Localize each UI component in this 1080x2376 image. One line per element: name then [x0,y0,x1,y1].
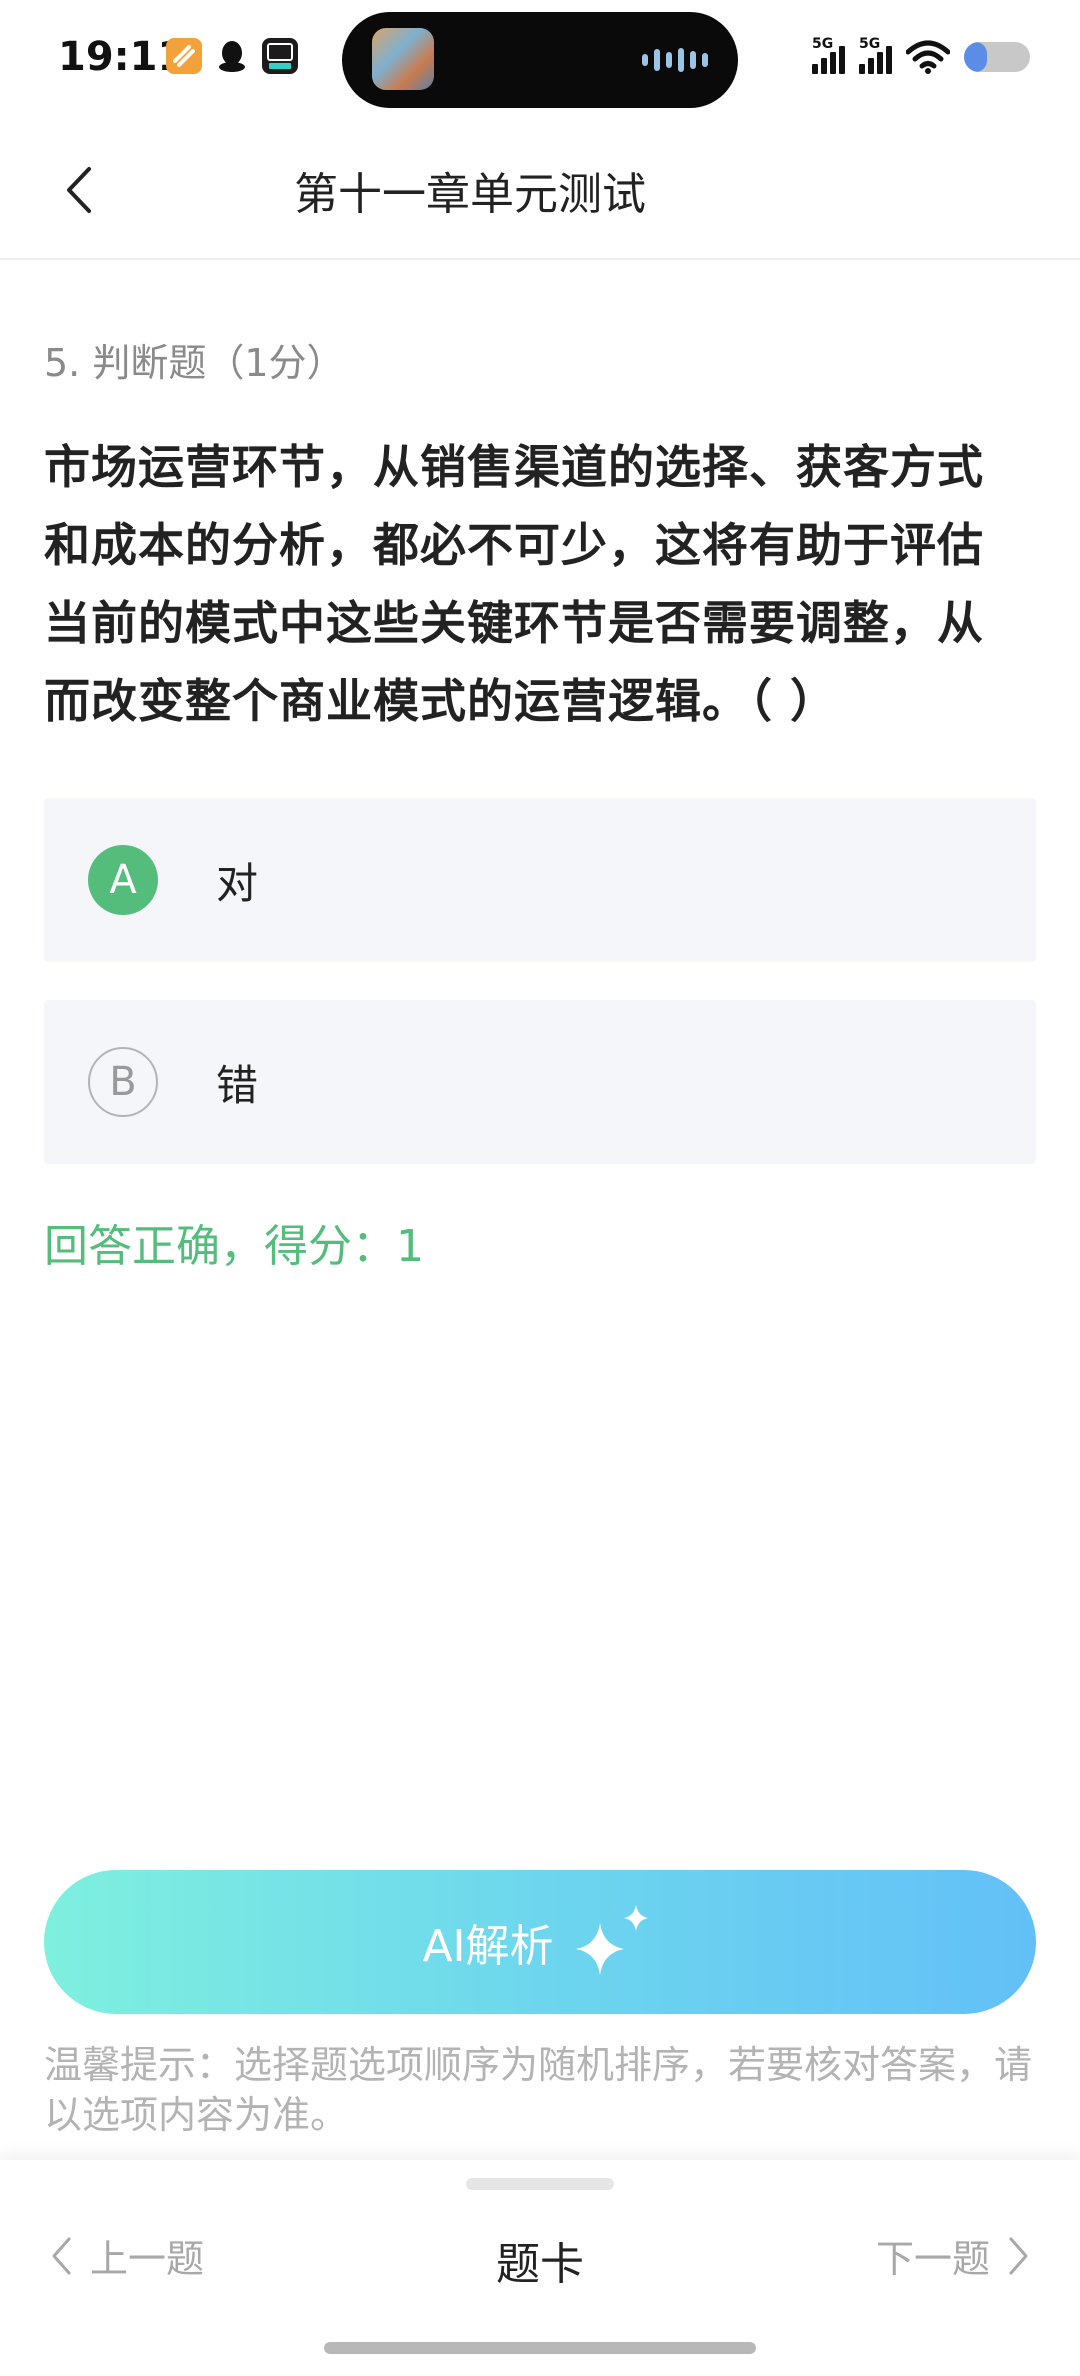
home-indicator[interactable] [324,2342,756,2354]
signal-label: 5G [859,36,881,52]
previous-question-button[interactable]: 上一题 [50,2228,204,2283]
ai-analysis-label: AI解析 [422,1921,554,1972]
battery-fill [964,42,988,72]
system-icons: 5G 5G [812,36,1030,74]
battery-icon [964,42,1030,72]
option-a[interactable]: A 对 [44,798,1036,962]
sparkle-icon [575,1905,648,1975]
option-text: 错 [216,1060,259,1110]
bottom-bar: 上一题 题卡 下一题 [0,2160,1080,2376]
question-text: 市场运营环节，从销售渠道的选择、获客方式和成本的分析，都必不可少，这将有助于评估… [44,440,984,728]
news-app-icon [262,38,298,74]
signal-icon: 5G [812,36,845,74]
signal-label: 5G [812,36,834,52]
navigation-bar: 第十一章单元测试 [0,120,1080,260]
page-title: 第十一章单元测试 [294,169,646,220]
notification-icons [166,38,298,74]
chevron-left-icon [52,2237,71,2274]
audio-wave-icon [642,48,708,72]
result-message: 回答正确，得分：1 [44,1221,424,1272]
option-letter-badge: B [88,1047,158,1117]
chevron-right-icon [1009,2237,1028,2274]
dynamic-island[interactable] [342,12,738,108]
option-letter-badge: A [88,845,158,915]
ai-analysis-button[interactable]: AI解析 [44,1870,1036,2014]
option-text: 对 [216,858,259,908]
next-question-label: 下一题 [875,2237,990,2281]
previous-question-label: 上一题 [90,2237,205,2281]
qq-penguin-icon [214,38,250,74]
question-meta: 5. 判断题（1分） [44,341,345,385]
media-thumbnail [372,28,434,90]
signal-icon: 5G [859,36,892,74]
answer-card-button[interactable]: 题卡 [496,2239,584,2290]
app-notification-icon [166,38,202,74]
next-question-button[interactable]: 下一题 [876,2228,1030,2283]
wifi-icon [906,40,950,74]
status-bar: 19:11 5G 5G [0,0,1080,120]
option-b[interactable]: B 错 [44,1000,1036,1164]
hint-text: 温馨提示：选择题选项顺序为随机排序，若要核对答案，请以选项内容为准。 [44,2043,1033,2137]
drag-handle[interactable] [466,2178,614,2190]
